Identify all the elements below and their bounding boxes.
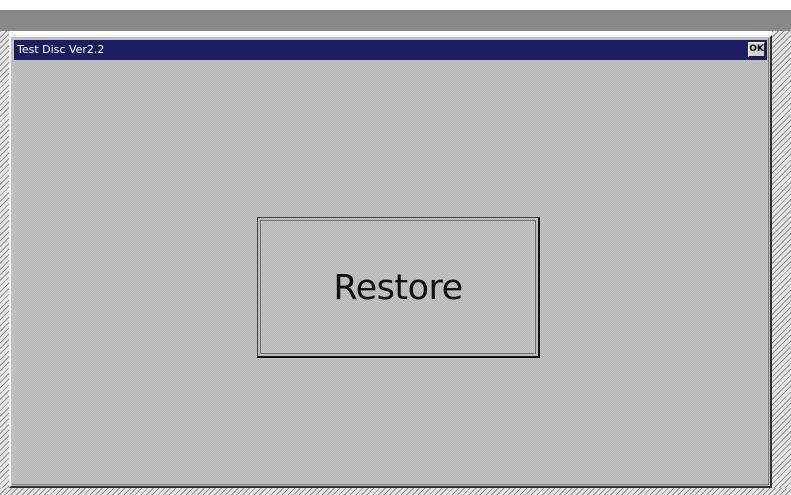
desktop-background-right xyxy=(772,31,791,495)
title-bar: Test Disc Ver2.2 OK xyxy=(14,40,767,60)
window-title: Test Disc Ver2.2 xyxy=(17,43,105,56)
restore-button[interactable]: Restore xyxy=(257,217,540,358)
restore-button-label: Restore xyxy=(333,268,463,308)
ok-button[interactable]: OK xyxy=(748,42,765,57)
desktop-background-left xyxy=(0,31,9,495)
dialog-client-area: Restore xyxy=(14,60,767,483)
desktop-top-bar xyxy=(0,10,791,31)
desktop-background-bottom xyxy=(0,488,791,495)
screen: Test Disc Ver2.2 OK Restore xyxy=(0,0,791,495)
test-disc-dialog: Test Disc Ver2.2 OK Restore xyxy=(9,35,772,488)
